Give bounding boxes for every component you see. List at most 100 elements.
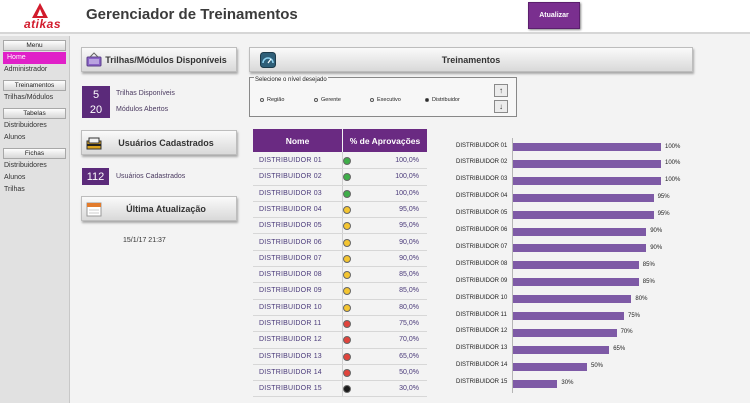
chart-category-label: DISTRIBUIDOR 08: [456, 260, 508, 267]
row-name: DISTRIBUIDOR 14: [259, 368, 322, 376]
radio-dot: [260, 98, 264, 102]
sidebar-item-admin[interactable]: Administrador: [0, 64, 69, 76]
radio-dot-selected: [425, 98, 429, 102]
table-row: DISTRIBUIDOR 02 100,0%: [253, 169, 427, 186]
sidebar: Menu Home Administrador Treinamentos Tri…: [0, 36, 70, 403]
sidebar-item-fichas-distribuidores[interactable]: Distribuidores: [0, 160, 69, 172]
radio-gerente[interactable]: Gerente: [314, 97, 341, 103]
chart-bar: [513, 193, 654, 202]
sidebar-item-fichas-alunos[interactable]: Alunos: [0, 172, 69, 184]
chart-category-label: DISTRIBUIDOR 07: [456, 243, 508, 250]
chart-category-label: DISTRIBUIDOR 04: [456, 193, 508, 200]
page-title: Gerenciador de Treinamentos: [86, 6, 298, 23]
row-name: DISTRIBUIDOR 09: [259, 287, 322, 295]
chart-value-label: 95%: [657, 194, 670, 201]
sidebar-header-tabelas: Tabelas: [3, 108, 66, 119]
sidebar-item-tabelas-alunos[interactable]: Alunos: [0, 132, 69, 144]
status-light-icon: [343, 287, 351, 296]
chart-bar: [513, 227, 647, 236]
status-light-icon: [343, 205, 351, 214]
app-header: atikas Gerenciador de Treinamentos Atual…: [0, 0, 750, 34]
row-name: DISTRIBUIDOR 03: [259, 189, 322, 197]
chart-value-label: 75%: [628, 312, 641, 319]
sidebar-header-fichas: Fichas: [3, 148, 66, 159]
treinamentos-panel-header: Treinamentos: [249, 47, 693, 72]
table-row: DISTRIBUIDOR 14 50,0%: [253, 365, 427, 382]
row-name: DISTRIBUIDOR 13: [259, 352, 322, 360]
chart-bar: [513, 210, 654, 219]
speedometer-icon: [260, 52, 276, 68]
chart-category-label: DISTRIBUIDOR 02: [456, 159, 508, 166]
chart-bar: [513, 143, 661, 151]
modulos-label: Módulos Abertos: [116, 106, 169, 113]
logo-text: atikas: [24, 17, 62, 31]
status-light-icon: [343, 238, 351, 247]
usuarios-panel-title: Usuários Cadastrados: [118, 137, 214, 148]
row-pct: 75,0%: [399, 320, 419, 327]
table-row: DISTRIBUIDOR 10 80,0%: [253, 300, 427, 316]
status-light-icon: [343, 189, 351, 198]
radio-dot: [314, 98, 318, 102]
row-pct: 50,0%: [399, 368, 419, 376]
row-pct: 70,0%: [399, 336, 419, 344]
trilhas-panel-title: Trilhas/Módulos Disponíveis: [105, 54, 227, 65]
status-light-icon: [343, 385, 351, 394]
status-light-icon: [343, 271, 351, 280]
usuarios-panel-header: Usuários Cadastrados: [81, 130, 237, 155]
row-name: DISTRIBUIDOR 01: [259, 157, 322, 164]
radio-regiao[interactable]: Região: [260, 97, 284, 103]
chart-category-label: DISTRIBUIDOR 10: [456, 294, 508, 301]
chart-value-label: 90%: [650, 244, 663, 251]
chart-category-label: DISTRIBUIDOR 14: [456, 362, 508, 369]
scroll-down-button[interactable]: ↓: [494, 100, 508, 113]
usuarios-count: 112: [82, 168, 109, 185]
row-pct: 95,0%: [399, 205, 419, 213]
row-name: DISTRIBUIDOR 05: [259, 222, 322, 230]
chart-value-label: 65%: [613, 346, 626, 353]
scroll-up-button[interactable]: ↑: [494, 84, 508, 97]
table-row: DISTRIBUIDOR 12 70,0%: [253, 332, 427, 349]
sidebar-item-home[interactable]: Home: [3, 52, 66, 64]
arrow-down-icon: ↓: [499, 102, 503, 111]
chart-bar: [513, 295, 632, 304]
sidebar-item-trilhas-modulos[interactable]: Trilhas/Módulos: [0, 92, 69, 104]
row-pct: 65,0%: [399, 352, 419, 360]
chart-category-label: DISTRIBUIDOR 01: [456, 142, 508, 149]
chart-bar: [513, 261, 639, 270]
sidebar-item-fichas-trilhas[interactable]: Trilhas: [0, 184, 69, 196]
radio-executivo[interactable]: Executivo: [370, 97, 401, 103]
chart-bar: [513, 362, 587, 371]
row-pct: 85,0%: [399, 271, 419, 279]
ultima-panel-header: Última Atualização: [81, 196, 237, 221]
chart-bar: [513, 379, 558, 388]
radio-label: Gerente: [321, 97, 341, 103]
chart-bar: [513, 244, 647, 253]
row-pct: 100,0%: [395, 173, 419, 181]
row-pct: 80,0%: [399, 303, 419, 311]
trilhas-count: 5: [82, 86, 110, 103]
chart-category-label: DISTRIBUIDOR 03: [456, 176, 508, 183]
table-row: DISTRIBUIDOR 11 75,0%: [253, 316, 427, 333]
chart-value-label: 50%: [591, 363, 604, 370]
chart-value-label: 100%: [665, 143, 681, 150]
radio-dot: [370, 98, 374, 102]
chart-value-label: 100%: [665, 177, 681, 184]
radio-label: Executivo: [377, 97, 401, 103]
chart-category-label: DISTRIBUIDOR 12: [456, 328, 508, 335]
chart-bar: [513, 278, 639, 287]
table-row: DISTRIBUIDOR 09 85,0%: [253, 283, 427, 300]
update-button[interactable]: Atualizar: [528, 2, 580, 29]
radio-distribuidor[interactable]: Distribuidor: [425, 97, 460, 103]
chart-value-label: 85%: [642, 261, 655, 268]
chart-value-label: 30%: [561, 380, 574, 387]
status-light-icon: [343, 303, 351, 312]
row-name: DISTRIBUIDOR 04: [259, 205, 322, 213]
sidebar-item-tabelas-distribuidores[interactable]: Distribuidores: [0, 120, 69, 132]
status-light-icon: [343, 254, 351, 263]
row-name: DISTRIBUIDOR 10: [259, 303, 322, 311]
row-name: DISTRIBUIDOR 12: [259, 336, 322, 344]
level-filter-group: Selecione o nível desejado Região Gerent…: [249, 77, 517, 117]
row-name: DISTRIBUIDOR 11: [259, 320, 322, 327]
table-row: DISTRIBUIDOR 06 90,0%: [253, 235, 427, 251]
status-light-icon: [343, 222, 351, 231]
